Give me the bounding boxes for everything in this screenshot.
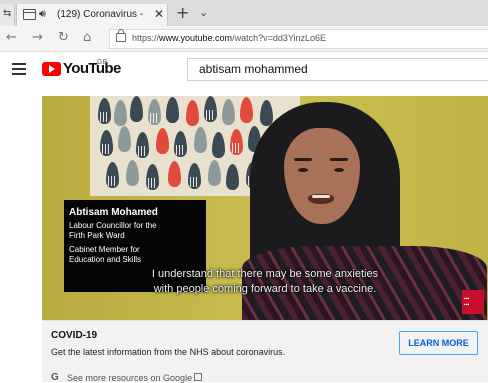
plus-icon[interactable]: + (176, 3, 189, 22)
speaker-role-3: Cabinet Member for (69, 245, 140, 254)
refresh-icon[interactable]: ↻ (58, 30, 69, 45)
close-icon[interactable]: ✕ (154, 7, 164, 21)
lock-icon (116, 29, 126, 42)
speaker-role-4: Education and Skills (69, 255, 142, 264)
tab-page-icon (23, 9, 36, 20)
browser-tab-strip: ⇆ 🔊︎ (129) Coronavirus - ✕ + ⌄ (0, 0, 488, 26)
address-toolbar: ← → ↻ ⌂ https://www.youtube.com/watch?v=… (0, 26, 488, 52)
region-code: GB (97, 59, 108, 66)
speaker-name: Abtisam Mohamed (69, 207, 158, 218)
search-query: abtisam mohammed (199, 62, 308, 76)
video-player[interactable]: Abtisam Mohamed Labour Councillor for th… (42, 96, 488, 320)
channel-logo: ▪▪▪ ▪▪▪ (462, 290, 484, 314)
covid-info-panel: COVID-19 Get the latest information from… (42, 320, 488, 383)
info-title: COVID-19 (51, 330, 98, 341)
chevron-down-icon[interactable]: ⌄ (199, 6, 208, 19)
youtube-header: YouTube GB abtisam mohammed (0, 52, 488, 87)
external-link-icon (194, 373, 202, 381)
url-field[interactable]: https://www.youtube.com/watch?v=dd3YinzL… (109, 29, 488, 49)
learn-more-button[interactable]: LEARN MORE (399, 331, 478, 355)
tab-switch-icon: ⇆ (3, 8, 12, 19)
home-icon[interactable]: ⌂ (83, 30, 91, 45)
youtube-play-icon[interactable] (42, 62, 61, 76)
info-text: Get the latest information from the NHS … (51, 347, 286, 357)
speaker-icon[interactable]: 🔊︎ (39, 7, 46, 21)
speaker-role-1: Labour Councillor for the (69, 221, 157, 230)
search-input[interactable]: abtisam mohammed (187, 58, 488, 81)
hamburger-icon[interactable] (12, 63, 26, 75)
tab-title: (129) Coronavirus - (57, 9, 144, 20)
google-icon: G (51, 372, 59, 383)
back-arrow-icon[interactable]: ← (6, 30, 17, 45)
forward-arrow-icon[interactable]: → (32, 30, 43, 45)
speaker-role-2: Firth Park Ward (69, 231, 125, 240)
previous-tab[interactable]: ⇆ (0, 4, 15, 26)
url-text: https://www.youtube.com/watch?v=dd3YinzL… (132, 33, 327, 43)
more-resources-link[interactable]: See more resources on Google (67, 373, 192, 383)
youtube-logo[interactable]: YouTube (63, 60, 121, 77)
subtitle-line-1: I understand that there may be some anxi… (151, 268, 379, 280)
subtitle-line-2: with people coming forward to take a vac… (153, 283, 377, 295)
tab-coronavirus[interactable]: 🔊︎ (129) Coronavirus - ✕ (16, 4, 168, 26)
